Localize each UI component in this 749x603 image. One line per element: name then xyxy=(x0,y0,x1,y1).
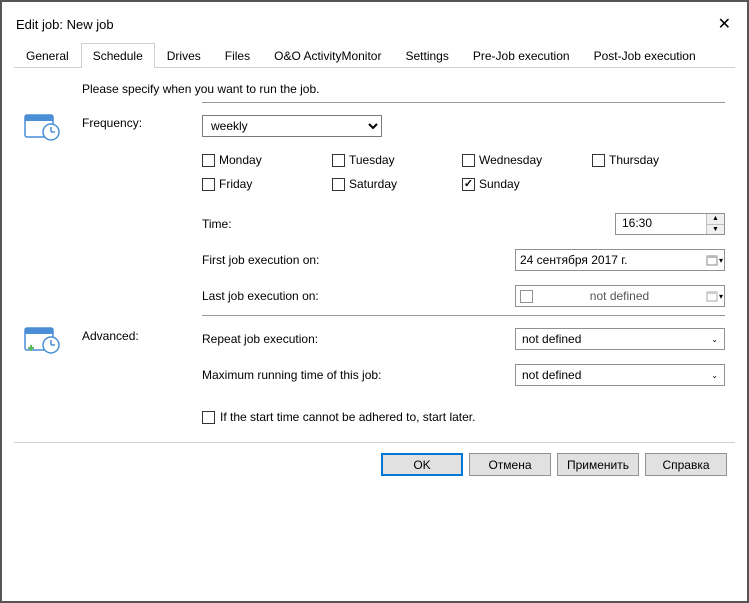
button-bar: OK Отмена Применить Справка xyxy=(14,442,735,484)
chevron-down-icon: ⌄ xyxy=(711,335,718,344)
first-exec-date[interactable]: 24 сентября 2017 г. ▾ xyxy=(515,249,725,271)
day-label: Wednesday xyxy=(479,153,542,167)
frequency-select[interactable]: weekly xyxy=(202,115,382,137)
window-title: Edit job: New job xyxy=(16,17,114,32)
tab-files[interactable]: Files xyxy=(213,43,262,68)
repeat-value: not defined xyxy=(522,332,711,346)
day-label: Saturday xyxy=(349,177,397,191)
checkbox-tuesday[interactable] xyxy=(332,154,345,167)
advanced-label: Advanced: xyxy=(82,327,202,343)
enable-last-exec-checkbox[interactable] xyxy=(520,290,533,303)
last-exec-date[interactable]: not defined ▾ xyxy=(515,285,725,307)
day-label: Thursday xyxy=(609,153,659,167)
first-exec-value: 24 сентября 2017 г. xyxy=(520,253,700,267)
day-label: Sunday xyxy=(479,177,520,191)
spin-up-icon[interactable]: ▲ xyxy=(707,214,724,225)
checkbox-monday[interactable] xyxy=(202,154,215,167)
maxrun-value: not defined xyxy=(522,368,711,382)
frequency-label: Frequency: xyxy=(82,114,202,130)
checkbox-wednesday[interactable] xyxy=(462,154,475,167)
tab-postjob[interactable]: Post-Job execution xyxy=(582,43,708,68)
schedule-clock-icon xyxy=(24,112,60,142)
first-exec-label: First job execution on: xyxy=(202,253,515,267)
time-value[interactable]: 16:30 xyxy=(616,214,706,234)
separator xyxy=(202,102,725,103)
repeat-label: Repeat job execution: xyxy=(202,332,515,346)
help-button[interactable]: Справка xyxy=(645,453,727,476)
time-spinner[interactable]: 16:30 ▲ ▼ xyxy=(615,213,725,235)
spin-down-icon[interactable]: ▼ xyxy=(707,225,724,235)
close-icon[interactable]: ✕ xyxy=(714,14,735,34)
titlebar: Edit job: New job ✕ xyxy=(14,10,735,36)
tab-general[interactable]: General xyxy=(14,43,81,68)
repeat-select[interactable]: not defined ⌄ xyxy=(515,328,725,350)
apply-button[interactable]: Применить xyxy=(557,453,639,476)
calendar-icon[interactable]: ▾ xyxy=(706,290,720,302)
separator xyxy=(202,315,725,316)
checkbox-start-later[interactable] xyxy=(202,411,215,424)
checkbox-saturday[interactable] xyxy=(332,178,345,191)
last-exec-label: Last job execution on: xyxy=(202,289,515,303)
maxrun-label: Maximum running time of this job: xyxy=(202,368,515,382)
chevron-down-icon: ⌄ xyxy=(711,371,718,380)
ok-button[interactable]: OK xyxy=(381,453,463,476)
last-exec-value: not defined xyxy=(539,289,700,303)
day-label: Monday xyxy=(219,153,262,167)
tab-drives[interactable]: Drives xyxy=(155,43,213,68)
checkbox-friday[interactable] xyxy=(202,178,215,191)
time-label: Time: xyxy=(202,217,615,231)
day-label: Friday xyxy=(219,177,252,191)
cancel-button[interactable]: Отмена xyxy=(469,453,551,476)
start-later-label: If the start time cannot be adhered to, … xyxy=(220,410,475,424)
maxrun-select[interactable]: not defined ⌄ xyxy=(515,364,725,386)
tab-activitymonitor[interactable]: O&O ActivityMonitor xyxy=(262,43,393,68)
day-label: Tuesday xyxy=(349,153,395,167)
advanced-schedule-icon xyxy=(24,325,60,355)
tab-schedule[interactable]: Schedule xyxy=(81,43,155,68)
tab-prejob[interactable]: Pre-Job execution xyxy=(461,43,582,68)
checkbox-thursday[interactable] xyxy=(592,154,605,167)
tabs: General Schedule Drives Files O&O Activi… xyxy=(14,42,735,68)
calendar-icon[interactable]: ▾ xyxy=(706,254,720,266)
intro-text: Please specify when you want to run the … xyxy=(82,82,725,96)
checkbox-sunday[interactable] xyxy=(462,178,475,191)
tab-settings[interactable]: Settings xyxy=(393,43,460,68)
